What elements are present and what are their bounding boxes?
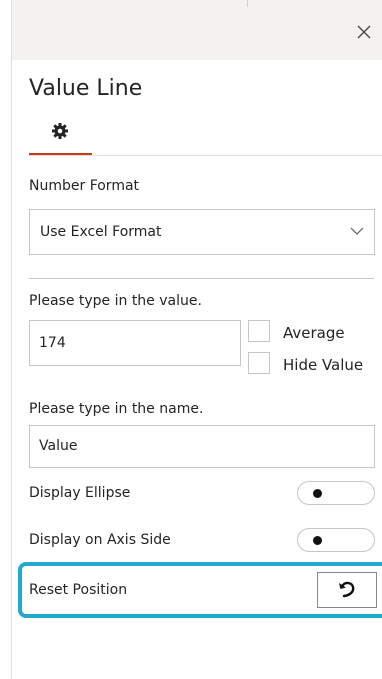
- value-input-label: Please type in the value.: [29, 293, 202, 309]
- display-axis-side-label: Display on Axis Side: [29, 532, 171, 548]
- panel-header-bar: [12, 0, 382, 60]
- tab-bar-divider: [29, 155, 382, 156]
- value-line-panel: Value Line Number Format Use Excel Forma…: [0, 0, 382, 679]
- average-checkbox[interactable]: [248, 320, 270, 342]
- hide-value-checkbox[interactable]: [248, 352, 270, 374]
- tab-settings[interactable]: [29, 116, 92, 156]
- toggle-knob: [313, 536, 322, 545]
- panel-left-border: [11, 0, 12, 679]
- close-icon: [357, 25, 371, 39]
- number-format-dropdown[interactable]: Use Excel Format: [29, 209, 375, 255]
- display-ellipse-toggle[interactable]: [297, 481, 375, 505]
- chevron-down-icon: [350, 227, 364, 235]
- section-divider: [29, 278, 374, 279]
- name-input-text: Value: [39, 438, 78, 454]
- reset-position-label: Reset Position: [29, 582, 128, 598]
- gear-icon: [52, 123, 68, 139]
- toggle-knob: [313, 489, 322, 498]
- undo-icon: [339, 581, 355, 598]
- name-input-label: Please type in the name.: [29, 401, 204, 417]
- average-label[interactable]: Average: [283, 324, 345, 342]
- close-button[interactable]: [350, 18, 378, 46]
- value-input-text: 174: [39, 335, 66, 351]
- value-input[interactable]: 174: [29, 320, 241, 366]
- name-input[interactable]: Value: [29, 425, 375, 468]
- hide-value-label[interactable]: Hide Value: [283, 356, 363, 374]
- panel-title: Value Line: [29, 76, 143, 101]
- header-divider-tick: [247, 0, 248, 7]
- display-axis-side-toggle[interactable]: [297, 528, 375, 552]
- number-format-selected: Use Excel Format: [40, 224, 162, 240]
- display-ellipse-label: Display Ellipse: [29, 485, 131, 501]
- reset-position-button[interactable]: [317, 572, 377, 608]
- number-format-label: Number Format: [29, 178, 140, 194]
